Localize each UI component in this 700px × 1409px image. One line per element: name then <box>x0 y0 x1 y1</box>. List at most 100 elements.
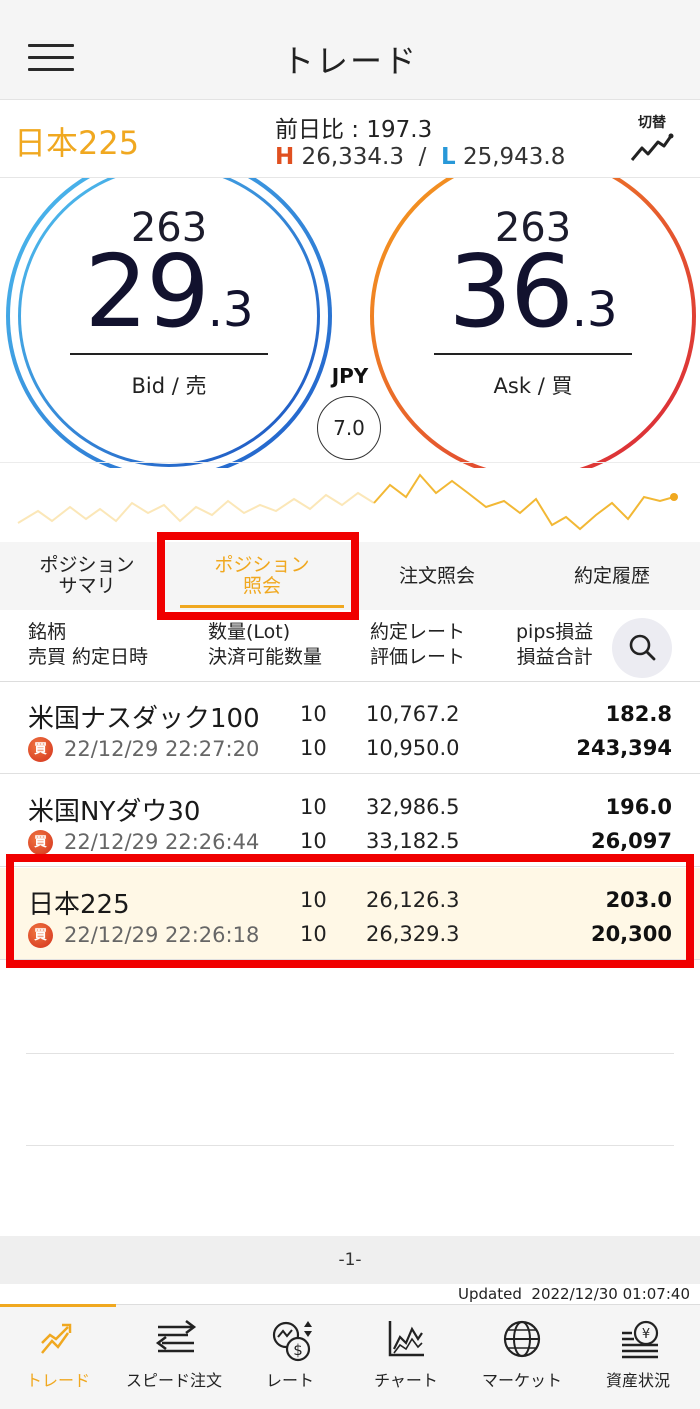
hl-separator: / <box>403 144 441 170</box>
row-eval-rate: 10,950.0 <box>366 736 460 760</box>
trend-chart-icon <box>630 133 674 161</box>
nav-label: レート <box>265 1371 314 1390</box>
empty-row-divider <box>26 1145 674 1146</box>
nav-label: チャート <box>374 1371 438 1390</box>
nav-label: スピード注文 <box>125 1371 222 1390</box>
sparkline-last-point <box>670 493 678 501</box>
market-icon <box>503 1320 541 1358</box>
bid-price-main: 29 <box>84 233 209 350</box>
bid-label: Bid / 売 <box>131 374 207 398</box>
row-symbol: 日本225 <box>28 890 130 920</box>
pager[interactable]: -1- <box>0 1236 700 1284</box>
chart-icon <box>388 1321 424 1357</box>
row-qty: 10 <box>300 888 327 912</box>
bid-button[interactable]: 263 29.3 Bid / 売 <box>6 178 332 468</box>
position-tabs: ポジション サマリ ポジション 照会 注文照会 約定履歴 <box>0 542 700 610</box>
row-pl: 243,394 <box>576 736 672 760</box>
speed-order-icon <box>155 1320 197 1353</box>
col-label: 評価レート <box>370 646 466 668</box>
table-row[interactable]: 米国NYダウ30 買 22/12/29 22:26:44 10 10 32,98… <box>0 775 700 867</box>
tab-execution-history[interactable]: 約定履歴 <box>524 542 700 610</box>
row-symbol: 米国ナスダック100 <box>28 704 260 734</box>
ask-price: 36.3 <box>374 233 692 350</box>
row-qty-closable: 10 <box>300 922 327 946</box>
col-label: 決済可能数量 <box>208 646 323 668</box>
row-date: 22/12/29 22:26:44 <box>64 830 260 854</box>
nav-trade[interactable]: トレード <box>0 1304 116 1409</box>
row-symbol: 米国NYダウ30 <box>28 797 201 827</box>
col-label: 売買 約定日時 <box>28 646 149 668</box>
row-date: 22/12/29 22:27:20 <box>64 737 260 761</box>
empty-row-divider <box>26 1053 674 1054</box>
switch-label: 切替 <box>638 115 666 131</box>
spread-value: 7.0 <box>317 396 381 460</box>
col-label: pips損益 <box>516 621 594 643</box>
search-icon <box>629 634 656 661</box>
col-label: 数量(Lot) <box>208 621 291 643</box>
row-qty-closable: 10 <box>300 829 327 853</box>
nav-rate[interactable]: $ レート <box>232 1305 348 1409</box>
page-title: トレード <box>281 42 418 80</box>
col-label: 銘柄 <box>28 621 67 643</box>
nav-label: マーケット <box>481 1371 562 1390</box>
row-qty: 10 <box>300 795 327 819</box>
nav-market[interactable]: マーケット <box>464 1305 580 1409</box>
sparkline-chart <box>17 473 678 531</box>
col-symbol: 銘柄 売買 約定日時 <box>28 620 148 670</box>
ask-button[interactable]: 263 36.3 Ask / 買 <box>370 178 696 468</box>
nav-label: トレード <box>25 1371 90 1390</box>
low-value: 25,943.8 <box>455 144 566 170</box>
prev-label: 前日比 : <box>275 117 367 143</box>
buy-badge: 買 <box>28 830 53 855</box>
row-exec-rate: 10,767.2 <box>366 702 460 726</box>
row-exec-rate: 26,126.3 <box>366 888 460 912</box>
svg-text:¥: ¥ <box>642 1327 650 1342</box>
rate-icon: $ <box>272 1321 312 1362</box>
ask-label: Ask / 買 <box>493 374 573 398</box>
table-row[interactable]: 日本225 買 22/12/29 22:26:18 10 10 26,126.3… <box>0 868 700 960</box>
ask-divider <box>434 353 632 355</box>
nav-assets[interactable]: ¥ 資産状況 <box>580 1305 696 1409</box>
tick-sparkline <box>0 462 700 542</box>
currency-label: JPY <box>331 364 369 388</box>
ask-price-main: 36 <box>448 233 573 350</box>
row-eval-rate: 33,182.5 <box>366 829 460 853</box>
low-label: L <box>440 144 456 170</box>
col-pl: pips損益 損益合計 <box>516 620 593 670</box>
bid-divider <box>70 353 268 355</box>
row-exec-rate: 32,986.5 <box>366 795 460 819</box>
tab-label: ポジション 照会 <box>214 554 310 597</box>
tab-position-summary[interactable]: ポジション サマリ <box>0 542 174 610</box>
row-date: 22/12/29 22:26:18 <box>64 923 260 947</box>
nav-speed-order[interactable]: スピード注文 <box>116 1305 232 1409</box>
svg-text:$: $ <box>293 1341 303 1359</box>
assets-icon: ¥ <box>622 1320 659 1359</box>
symbol-name[interactable]: 日本225 <box>14 118 139 164</box>
bid-price-sub: .3 <box>207 282 254 338</box>
high-low: H 26,334.3 / L 25,943.8 <box>275 144 565 170</box>
switch-button[interactable]: 切替 <box>624 112 680 168</box>
bid-price: 29.3 <box>10 233 328 350</box>
high-label: H <box>275 144 295 170</box>
row-eval-rate: 26,329.3 <box>366 922 460 946</box>
col-label: 損益合計 <box>516 646 593 668</box>
updated-timestamp: Updated 2022/12/30 01:07:40 <box>458 1285 690 1303</box>
table-row[interactable]: 米国ナスダック100 買 22/12/29 22:27:20 10 10 10,… <box>0 682 700 774</box>
tab-position-inquiry[interactable]: ポジション 照会 <box>174 542 350 610</box>
prev-value: 197.3 <box>366 117 433 143</box>
tab-label: 約定履歴 <box>573 564 650 587</box>
search-button[interactable] <box>612 618 672 678</box>
col-rate: 約定レート評価レート <box>370 620 465 670</box>
tab-order-inquiry[interactable]: 注文照会 <box>350 542 524 610</box>
symbol-bar: 日本225 前日比 : 197.3 H 26,334.3 / L 25,943.… <box>0 100 700 178</box>
prev-day-change: 前日比 : 197.3 <box>275 110 432 144</box>
nav-label: 資産状況 <box>605 1371 670 1390</box>
col-label: 約定レート <box>370 621 466 643</box>
row-pl: 20,300 <box>590 922 672 946</box>
row-qty: 10 <box>300 702 327 726</box>
nav-chart[interactable]: チャート <box>348 1305 464 1409</box>
high-value: 26,334.3 <box>294 144 404 170</box>
app-header: トレード <box>0 0 700 100</box>
col-quantity: 数量(Lot) 決済可能数量 <box>208 620 322 670</box>
tab-label: ポジション サマリ <box>39 554 135 597</box>
